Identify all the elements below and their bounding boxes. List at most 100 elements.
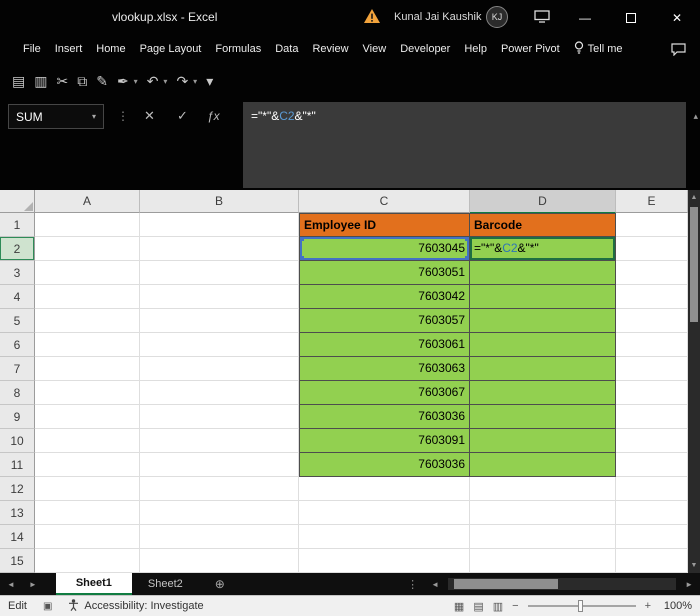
cell[interactable] (140, 405, 299, 429)
avatar[interactable]: KJ (486, 6, 508, 28)
cell-D6[interactable] (470, 333, 616, 357)
paste-icon[interactable]: ▤ (12, 73, 25, 90)
redo-dropdown-icon[interactable]: ▾ (193, 77, 197, 86)
tab-view[interactable]: View (356, 43, 394, 55)
zoom-out-icon[interactable]: − (512, 600, 518, 612)
cell-C5[interactable]: 7603057 (299, 309, 470, 333)
cell-D5[interactable] (470, 309, 616, 333)
vertical-scroll-track[interactable] (688, 205, 700, 558)
cell-C3[interactable]: 7603051 (299, 261, 470, 285)
name-box[interactable]: SUM ▾ (8, 104, 104, 129)
sheet-tab-sheet2[interactable]: Sheet2 (132, 573, 199, 595)
cell[interactable] (35, 261, 140, 285)
cell-C9[interactable]: 7603036 (299, 405, 470, 429)
cell[interactable] (140, 501, 299, 525)
redo-icon[interactable]: ↷ (176, 73, 188, 90)
format-painter-icon[interactable]: ✎ (96, 73, 108, 90)
cell[interactable] (35, 453, 140, 477)
share-screen-icon[interactable] (534, 10, 550, 28)
horizontal-scroll-thumb[interactable] (454, 579, 558, 589)
cell[interactable] (35, 333, 140, 357)
tab-data[interactable]: Data (268, 43, 305, 55)
macro-record-icon[interactable]: ▣ (43, 601, 52, 612)
sheet-nav-left-icon[interactable]: ◄ (0, 580, 22, 589)
cell[interactable] (616, 237, 688, 261)
select-all-corner[interactable] (0, 190, 35, 213)
row-header-14[interactable]: 14 (0, 525, 35, 549)
cell[interactable] (140, 213, 299, 237)
cell[interactable] (35, 525, 140, 549)
column-header-B[interactable]: B (140, 190, 299, 213)
tab-home[interactable]: Home (89, 43, 132, 55)
cell[interactable] (616, 309, 688, 333)
cell[interactable] (616, 549, 688, 573)
hscroll-right-icon[interactable]: ► (678, 580, 700, 589)
cell[interactable] (470, 525, 616, 549)
new-sheet-icon[interactable]: ⊕ (215, 577, 225, 591)
cell[interactable] (470, 549, 616, 573)
cell-C4[interactable]: 7603042 (299, 285, 470, 309)
cell[interactable] (616, 453, 688, 477)
pen-color-dropdown-icon[interactable]: ▾ (134, 77, 138, 86)
row-header-15[interactable]: 15 (0, 549, 35, 573)
sheet-tab-sheet1[interactable]: Sheet1 (56, 573, 132, 595)
cell[interactable] (35, 213, 140, 237)
cell-C6[interactable]: 7603061 (299, 333, 470, 357)
cell[interactable] (35, 285, 140, 309)
account-user-name[interactable]: Kunal Jai Kaushik (394, 11, 481, 23)
undo-icon[interactable]: ↶ (147, 73, 159, 90)
cell[interactable] (35, 381, 140, 405)
close-button[interactable]: ✕ (654, 0, 700, 35)
cell-D1-barcode-header[interactable]: Barcode (470, 213, 616, 237)
cell[interactable] (299, 501, 470, 525)
copy-icon[interactable]: ⧉ (77, 73, 87, 90)
collapse-formula-bar-icon[interactable]: ▴ (693, 111, 698, 122)
cell[interactable] (35, 429, 140, 453)
enter-formula-button[interactable]: ✓ (177, 108, 188, 124)
cell-C2-referenced[interactable]: 7603045 (299, 237, 470, 261)
row-header-4[interactable]: 4 (0, 285, 35, 309)
cell[interactable] (616, 477, 688, 501)
cell-C8[interactable]: 7603067 (299, 381, 470, 405)
pen-color-icon[interactable]: ✒ (117, 73, 129, 90)
tab-page-layout[interactable]: Page Layout (133, 43, 209, 55)
hscroll-left-icon[interactable]: ◄ (424, 580, 446, 589)
cell[interactable] (470, 501, 616, 525)
tab-review[interactable]: Review (305, 43, 355, 55)
cell[interactable] (299, 477, 470, 501)
cell-D4[interactable] (470, 285, 616, 309)
tab-power-pivot[interactable]: Power Pivot (494, 43, 567, 55)
cell[interactable] (140, 549, 299, 573)
row-header-3[interactable]: 3 (0, 261, 35, 285)
cut-icon[interactable]: ✂ (56, 73, 68, 90)
row-header-10[interactable]: 10 (0, 429, 35, 453)
normal-view-icon[interactable]: ▦ (454, 600, 464, 613)
cell[interactable] (470, 477, 616, 501)
cell-D11[interactable] (470, 453, 616, 477)
row-header-1[interactable]: 1 (0, 213, 35, 237)
cell[interactable] (140, 333, 299, 357)
cell[interactable] (616, 405, 688, 429)
cell-D3[interactable] (470, 261, 616, 285)
column-header-E[interactable]: E (616, 190, 688, 213)
cell[interactable] (616, 501, 688, 525)
sheet-nav-right-icon[interactable]: ► (22, 580, 44, 589)
cell[interactable] (35, 405, 140, 429)
cell[interactable] (616, 261, 688, 285)
cell[interactable] (35, 309, 140, 333)
tab-file[interactable]: File (16, 43, 48, 55)
tab-bar-more-icon[interactable]: ⋮ (401, 578, 424, 591)
cell[interactable] (35, 357, 140, 381)
row-header-5[interactable]: 5 (0, 309, 35, 333)
formula-bar-more-icon[interactable]: ⋮ (117, 109, 129, 123)
cell[interactable] (140, 309, 299, 333)
cell[interactable] (616, 525, 688, 549)
warning-icon[interactable] (364, 9, 380, 28)
cell-D10[interactable] (470, 429, 616, 453)
cell-D7[interactable] (470, 357, 616, 381)
cell[interactable] (140, 381, 299, 405)
cell[interactable] (140, 429, 299, 453)
cell[interactable] (140, 525, 299, 549)
cell[interactable] (140, 261, 299, 285)
comments-icon[interactable] (671, 43, 686, 56)
